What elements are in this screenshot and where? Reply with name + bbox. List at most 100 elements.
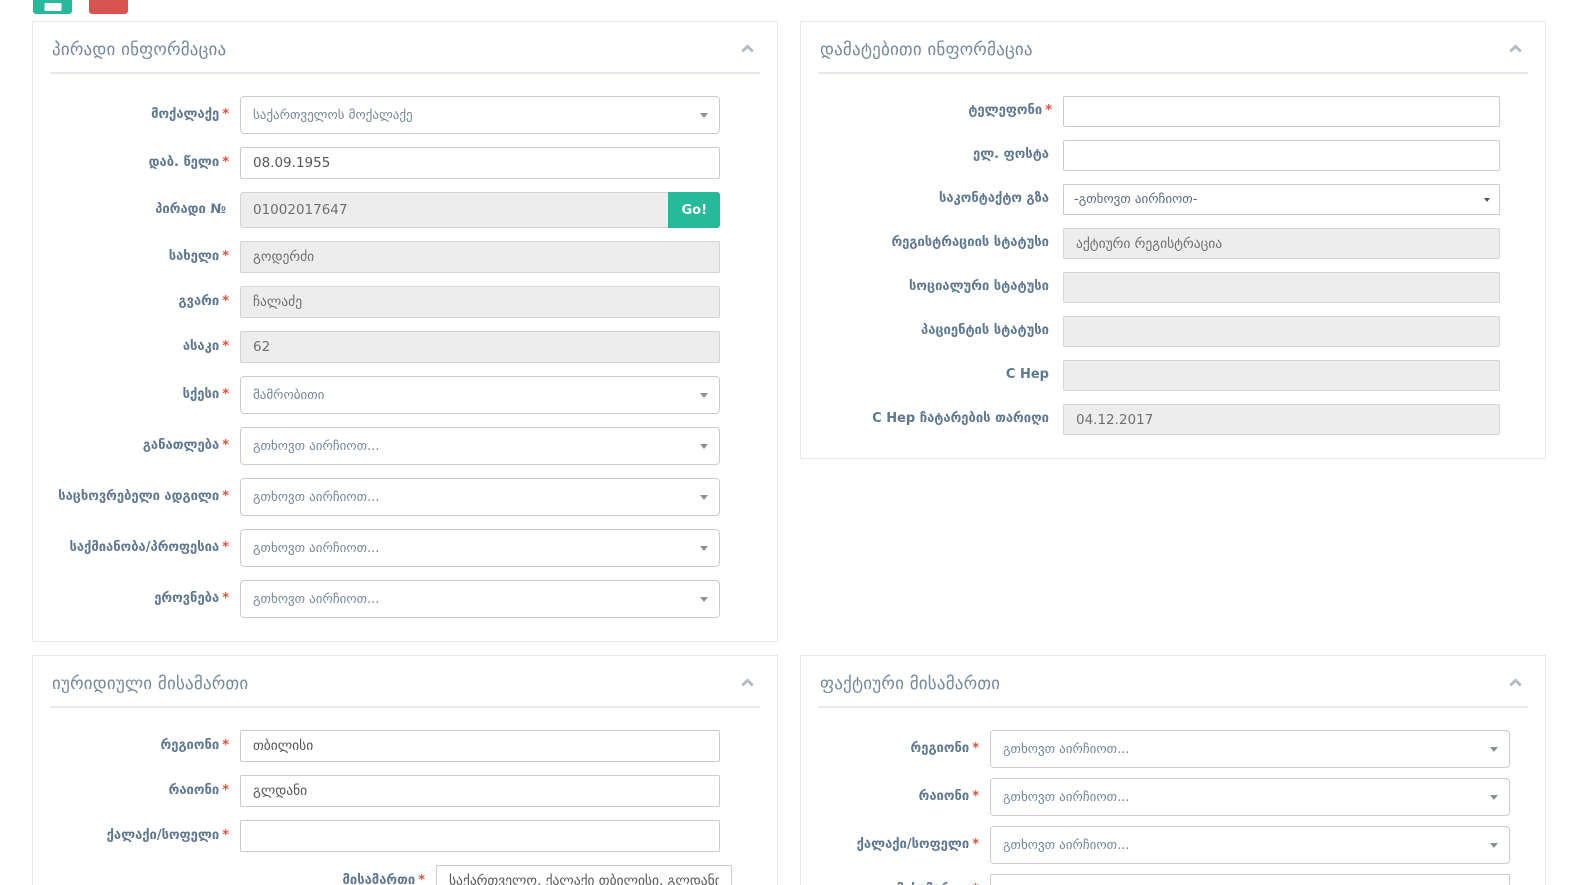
required-asterisk: *: [222, 438, 229, 453]
panel-header: დამატებითი ინფორმაცია: [818, 32, 1528, 74]
required-asterisk: *: [222, 387, 229, 402]
birthdate-input[interactable]: [240, 147, 720, 179]
chevron-down-icon: [1490, 795, 1498, 800]
selected-value: საქართველოს მოქალაქე: [253, 108, 413, 123]
required-asterisk: *: [972, 741, 979, 756]
field-label: ტელეფონი: [968, 103, 1042, 118]
required-asterisk: *: [222, 155, 229, 170]
save-icon: [44, 3, 61, 11]
field-row-actual-city: ქალაქი/სოფელი* გთხოვთ აირჩიოთ...: [818, 826, 1528, 864]
field-row-registration-status: რეგისტრაციის სტატუსი: [818, 228, 1528, 259]
legal-address-input[interactable]: [436, 865, 732, 885]
occupation-select[interactable]: გთხოვთ აირჩიოთ...: [240, 529, 720, 567]
required-asterisk: *: [972, 837, 979, 852]
field-row-occupation: საქმიანობა/პროფესია* გთხოვთ აირჩიოთ...: [50, 529, 760, 567]
chep-input: [1063, 360, 1500, 391]
field-label: C Hep: [1006, 367, 1049, 382]
collapse-button[interactable]: [737, 42, 758, 59]
residence-select[interactable]: გთხოვთ აირჩიოთ...: [240, 478, 720, 516]
field-row-legal-region: რეგიონი*: [50, 730, 760, 762]
required-asterisk: *: [222, 540, 229, 555]
required-asterisk: *: [222, 249, 229, 264]
email-input[interactable]: [1063, 140, 1500, 171]
gender-select[interactable]: მამრობითი: [240, 376, 720, 414]
field-row-contact-method: საკონტაქტო გზა -გთხოვთ აირჩიოთ-: [818, 184, 1528, 215]
required-asterisk: *: [222, 828, 229, 843]
patient-status-input: [1063, 316, 1500, 347]
actual-district-select[interactable]: გთხოვთ აირჩიოთ...: [990, 778, 1510, 816]
contact-method-select[interactable]: -გთხოვთ აირჩიოთ-: [1063, 184, 1500, 215]
chevron-up-icon: [1509, 678, 1522, 691]
age-input[interactable]: [240, 331, 720, 363]
chevron-down-icon: [700, 495, 708, 500]
collapse-button[interactable]: [737, 676, 758, 693]
field-label: ქალაქი/სოფელი: [857, 837, 970, 852]
delete-button[interactable]: [89, 0, 128, 14]
chep-date-input: [1063, 404, 1500, 435]
selected-value: გთხოვთ აირჩიოთ...: [1003, 838, 1129, 853]
field-row-citizenship: მოქალაქე* საქართველოს მოქალაქე: [50, 96, 760, 134]
panel-legal-address: იურიდიული მისამართი რეგიონი* რაიონი* ქალ…: [32, 655, 778, 885]
chevron-down-icon: [1484, 198, 1490, 202]
nationality-select[interactable]: გთხოვთ აირჩიოთ...: [240, 580, 720, 618]
registration-status-input: [1063, 228, 1500, 259]
toolbar: [0, 0, 1591, 16]
field-row-birthdate: დაბ. წელი*: [50, 147, 760, 179]
actual-city-select[interactable]: გთხოვთ აირჩიოთ...: [990, 826, 1510, 864]
field-label: საქმიანობა/პროფესია: [69, 540, 219, 555]
legal-district-input[interactable]: [240, 775, 720, 807]
field-label: რაიონი: [919, 789, 970, 804]
chevron-up-icon: [741, 44, 754, 57]
field-label: რეგიონი: [161, 738, 220, 753]
panel-header: იურიდიული მისამართი: [50, 666, 760, 708]
panel-header: ფაქტიური მისამართი: [818, 666, 1528, 708]
field-label: პირადი №: [155, 202, 226, 217]
go-button[interactable]: Go!: [668, 192, 720, 228]
chevron-down-icon: [700, 444, 708, 449]
field-row-age: ასაკი*: [50, 331, 760, 363]
field-row-phone: ტელეფონი*: [818, 96, 1528, 127]
field-label: გვარი: [179, 294, 220, 309]
required-asterisk: *: [222, 489, 229, 504]
panel-actual-address: ფაქტიური მისამართი რეგიონი* გთხოვთ აირჩი…: [800, 655, 1546, 885]
field-row-lastname: გვარი*: [50, 286, 760, 318]
chevron-down-icon: [1490, 747, 1498, 752]
education-select[interactable]: გთხოვთ აირჩიოთ...: [240, 427, 720, 465]
personal-number-input[interactable]: [240, 192, 668, 228]
field-row-firstname: სახელი*: [50, 241, 760, 273]
required-asterisk: *: [418, 873, 425, 885]
required-asterisk: *: [972, 789, 979, 804]
field-label: საკონტაქტო გზა: [939, 191, 1049, 206]
field-label: რეგიონი: [911, 741, 970, 756]
collapse-button[interactable]: [1505, 676, 1526, 693]
actual-region-select[interactable]: გთხოვთ აირჩიოთ...: [990, 730, 1510, 768]
field-row-chep: C Hep: [818, 360, 1528, 391]
required-asterisk: *: [222, 339, 229, 354]
citizenship-select[interactable]: საქართველოს მოქალაქე: [240, 96, 720, 134]
panel-title: დამატებითი ინფორმაცია: [820, 40, 1033, 60]
chevron-down-icon: [1490, 843, 1498, 848]
chevron-down-icon: [700, 393, 708, 398]
field-label: ასაკი: [183, 339, 219, 354]
required-asterisk: *: [222, 107, 229, 122]
field-row-nationality: ეროვნება* გთხოვთ აირჩიოთ...: [50, 580, 760, 618]
field-row-legal-address: მისამართი*: [50, 865, 760, 885]
legal-region-input[interactable]: [240, 730, 720, 762]
collapse-button[interactable]: [1505, 42, 1526, 59]
firstname-input[interactable]: [240, 241, 720, 273]
field-row-actual-address: მისამართი*: [818, 874, 1528, 885]
field-row-legal-district: რაიონი*: [50, 775, 760, 807]
phone-input[interactable]: [1063, 96, 1500, 127]
chevron-down-icon: [700, 113, 708, 118]
legal-city-input[interactable]: [240, 820, 720, 852]
selected-value: გთხოვთ აირჩიოთ...: [253, 490, 379, 505]
save-button[interactable]: [33, 0, 72, 14]
lastname-input[interactable]: [240, 286, 720, 318]
social-status-input: [1063, 272, 1500, 303]
field-row-chep-date: C Hep ჩატარების თარიღი: [818, 404, 1528, 435]
field-row-gender: სქესი* მამრობითი: [50, 376, 760, 414]
actual-address-input[interactable]: [990, 874, 1510, 885]
selected-value: მამრობითი: [253, 388, 324, 403]
field-row-personal-number: პირადი № Go!: [50, 192, 760, 228]
field-label: ელ. ფოსტა: [973, 147, 1049, 162]
